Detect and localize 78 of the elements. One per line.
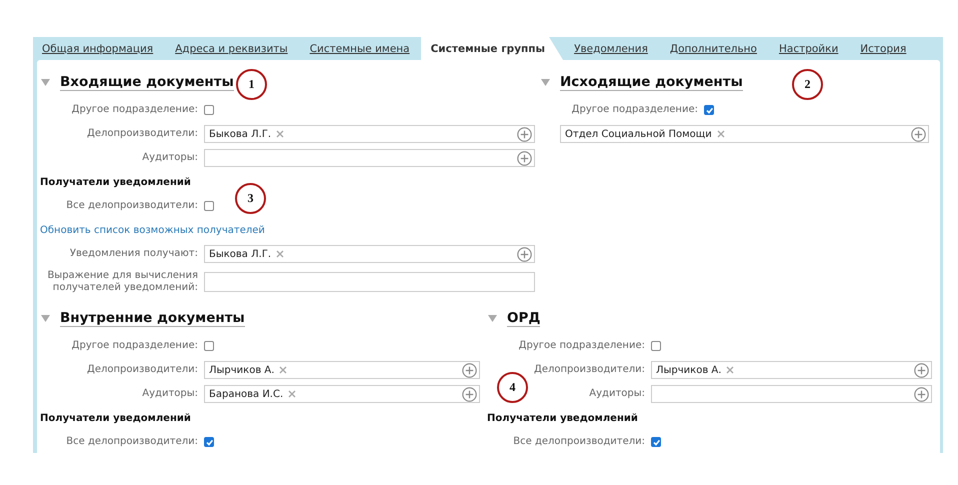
remove-icon[interactable]: [276, 130, 284, 138]
collapse-arrow-icon[interactable]: [41, 314, 50, 322]
remove-icon[interactable]: [279, 366, 288, 374]
selected-value: Быкова Л.Г.: [209, 248, 272, 260]
callout-marker: 3: [235, 183, 266, 214]
field-label: Делопроизводители:: [534, 364, 645, 375]
add-icon[interactable]: [911, 126, 926, 142]
tab[interactable]: Дополнительно: [658, 37, 768, 60]
callout-marker: 4: [497, 372, 528, 403]
field-label: Делопроизводители:: [87, 364, 198, 375]
subsection-heading: Получатели уведомлений: [40, 176, 191, 188]
field-label: Все делопроизводители:: [513, 436, 645, 447]
field-label: Другое подразделение:: [518, 340, 645, 351]
picker-field[interactable]: Баранова И.С.: [204, 385, 480, 403]
add-icon[interactable]: [517, 126, 532, 142]
picker-field[interactable]: Быкова Л.Г.: [204, 245, 535, 263]
section-title: Входящие документы: [60, 74, 234, 90]
subsection-heading: Получатели уведомлений: [40, 412, 191, 424]
selected-value: Отдел Социальной Помощи: [565, 128, 712, 140]
tab[interactable]: Общая информация: [37, 37, 164, 60]
checkbox[interactable]: [204, 341, 214, 351]
picker-field[interactable]: [651, 385, 932, 403]
picker-field[interactable]: Лырчиков А.: [651, 361, 932, 379]
collapse-arrow-icon[interactable]: [541, 78, 550, 86]
subsection-heading: Получатели уведомлений: [487, 412, 638, 424]
picker-field[interactable]: Быкова Л.Г.: [204, 125, 535, 143]
check-icon: [704, 106, 714, 114]
checkbox[interactable]: [704, 105, 714, 115]
add-icon[interactable]: [517, 246, 532, 262]
remove-icon[interactable]: [276, 250, 284, 258]
add-icon[interactable]: [914, 386, 929, 402]
add-icon[interactable]: [517, 150, 532, 166]
tab[interactable]: История: [849, 37, 918, 60]
selected-value: Лырчиков А.: [656, 364, 722, 376]
field-label: Делопроизводители:: [87, 128, 198, 139]
add-icon[interactable]: [462, 386, 477, 402]
selected-value: Баранова И.С.: [209, 388, 284, 400]
checkbox[interactable]: [204, 201, 214, 211]
tab[interactable]: Настройки: [768, 37, 850, 60]
selected-value: Лырчиков А.: [209, 364, 274, 376]
tab[interactable]: Адреса и реквизиты: [164, 37, 299, 60]
field-label: Выражение для вычисления получателей уведомлений:: [47, 270, 198, 293]
section-title: ОРД: [507, 310, 540, 326]
collapse-arrow-icon[interactable]: [488, 314, 497, 322]
callout-marker: 2: [792, 69, 823, 100]
remove-icon[interactable]: [288, 390, 296, 398]
section-title: Исходящие документы: [560, 74, 743, 90]
selected-value: Быкова Л.Г.: [209, 128, 272, 140]
refresh-link[interactable]: Обновить список возможных получателей: [40, 224, 265, 236]
collapse-arrow-icon[interactable]: [41, 78, 50, 86]
add-icon[interactable]: [462, 362, 477, 378]
field-label: Аудиторы:: [142, 388, 198, 399]
field-label: Другое подразделение:: [72, 340, 198, 351]
picker-field[interactable]: Лырчиков А.: [204, 361, 480, 379]
field-label: Другое подразделение:: [572, 104, 698, 115]
field-label: Аудиторы:: [142, 152, 198, 163]
add-icon[interactable]: [914, 362, 929, 378]
text-field[interactable]: [204, 272, 535, 292]
picker-field[interactable]: [204, 149, 535, 167]
remove-icon[interactable]: [716, 130, 725, 138]
field-label: Другое подразделение:: [72, 104, 198, 115]
tab[interactable]: Уведомления: [563, 37, 659, 60]
field-label: Уведомления получают:: [70, 248, 198, 259]
check-icon: [204, 438, 214, 446]
checkbox[interactable]: [651, 341, 661, 351]
checkbox[interactable]: [651, 437, 661, 447]
section-title: Внутренние документы: [60, 310, 245, 326]
remove-icon[interactable]: [726, 366, 734, 374]
field-label: Все делопроизводители:: [66, 200, 198, 211]
checkbox[interactable]: [204, 105, 214, 115]
tab[interactable]: Системные группы: [420, 37, 564, 60]
checkbox[interactable]: [204, 437, 214, 447]
field-label: Все делопроизводители:: [66, 436, 198, 447]
picker-field[interactable]: Отдел Социальной Помощи: [560, 125, 929, 143]
check-icon: [652, 438, 660, 446]
field-label: Аудиторы:: [589, 388, 645, 399]
callout-marker: 1: [236, 69, 267, 100]
tab[interactable]: Системные имена: [298, 37, 421, 60]
